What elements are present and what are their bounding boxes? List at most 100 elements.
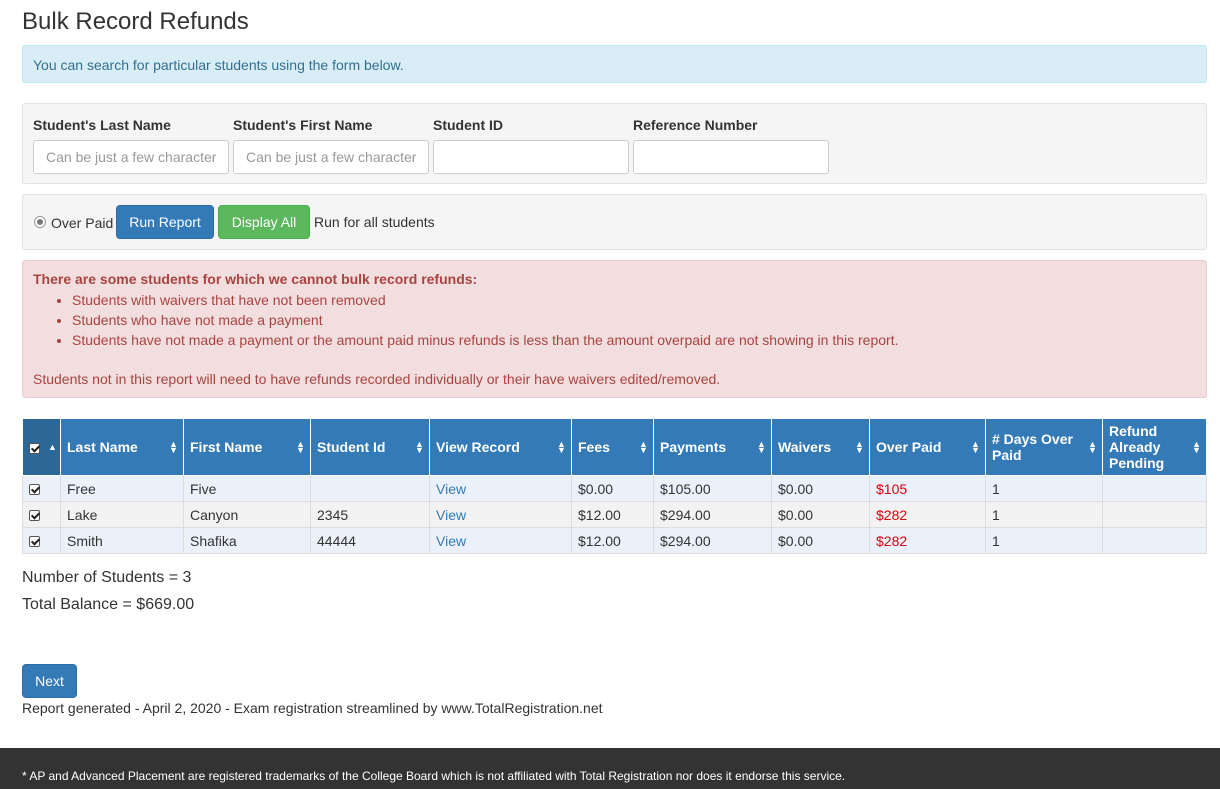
cell-waivers: $0.00: [771, 475, 870, 502]
header-label: Fees: [578, 439, 610, 455]
refunds-table: ▲ Last Name ▲ ▼ First Name ▲ ▼ Student Id …: [22, 418, 1207, 554]
header-label: Payments: [660, 439, 727, 455]
header-label: Refund Already Pending: [1109, 423, 1165, 471]
cell-last-name: Lake: [60, 501, 184, 528]
header-label: Waivers: [778, 439, 832, 455]
cell-last-name: Free: [60, 475, 184, 502]
last-name-field-group: Student's Last Name: [33, 117, 229, 174]
row-select-cell[interactable]: [22, 475, 61, 502]
first-name-label: Student's First Name: [233, 117, 373, 133]
search-form: Student's Last Name Student's First Name…: [22, 103, 1207, 184]
run-report-button[interactable]: Run Report: [116, 205, 214, 239]
cell-payments: $294.00: [653, 527, 772, 554]
cell-first-name: Shafika: [183, 527, 311, 554]
next-button[interactable]: Next: [22, 664, 77, 698]
header-label: View Record: [436, 439, 520, 455]
header-days-over-paid[interactable]: # Days Over Paid ▲ ▼: [985, 418, 1103, 476]
cell-fees: $12.00: [571, 527, 654, 554]
header-view-record[interactable]: View Record ▲ ▼: [429, 418, 572, 476]
sort-icon[interactable]: ▲ ▼: [557, 440, 566, 455]
cell-days-over-paid: 1: [985, 501, 1103, 528]
sort-icon[interactable]: ▲ ▼: [639, 440, 648, 455]
warning-item: Students with waivers that have not been…: [72, 290, 1196, 310]
sort-asc-icon[interactable]: ▲: [48, 443, 57, 452]
header-payments[interactable]: Payments ▲ ▼: [653, 418, 772, 476]
header-refund-pending[interactable]: Refund Already Pending ▲ ▼: [1102, 418, 1207, 476]
header-label: Last Name: [67, 439, 138, 455]
cell-student-id: 44444: [310, 527, 430, 554]
over-paid-radio[interactable]: [34, 216, 46, 228]
reference-number-label: Reference Number: [633, 117, 758, 133]
table-row: Smith Shafika 44444 View $12.00 $294.00 …: [22, 527, 1207, 554]
sort-icon[interactable]: ▲ ▼: [971, 440, 980, 455]
page-title: Bulk Record Refunds: [22, 8, 249, 35]
cell-first-name: Canyon: [183, 501, 311, 528]
info-alert: You can search for particular students u…: [22, 45, 1207, 83]
warning-list: Students with waivers that have not been…: [33, 290, 1196, 350]
student-id-input[interactable]: [433, 140, 629, 174]
cell-student-id: 2345: [310, 501, 430, 528]
cell-payments: $105.00: [653, 475, 772, 502]
sort-icon[interactable]: ▲ ▼: [855, 440, 864, 455]
cell-over-paid: $282: [869, 501, 986, 528]
cell-refund-pending: [1102, 527, 1207, 554]
cell-days-over-paid: 1: [985, 475, 1103, 502]
header-last-name[interactable]: Last Name ▲ ▼: [60, 418, 184, 476]
table-row: Lake Canyon 2345 View $12.00 $294.00 $0.…: [22, 501, 1207, 528]
header-label: Over Paid: [876, 439, 942, 455]
cell-student-id: [310, 475, 430, 502]
cell-days-over-paid: 1: [985, 527, 1103, 554]
row-select-cell[interactable]: [22, 501, 61, 528]
header-label: # Days Over Paid: [992, 431, 1073, 463]
warning-alert: There are some students for which we can…: [22, 260, 1207, 398]
table-header-row: ▲ Last Name ▲ ▼ First Name ▲ ▼ Student Id …: [22, 418, 1207, 476]
student-count: Number of Students = 3: [22, 569, 192, 586]
header-fees[interactable]: Fees ▲ ▼: [571, 418, 654, 476]
cell-first-name: Five: [183, 475, 311, 502]
header-label: First Name: [190, 439, 263, 455]
total-balance: Total Balance = $669.00: [22, 596, 195, 613]
warning-item: Students who have not made a payment: [72, 310, 1196, 330]
cell-refund-pending: [1102, 501, 1207, 528]
reference-number-input[interactable]: [633, 140, 829, 174]
warning-footer: Students not in this report will need to…: [33, 371, 721, 387]
row-checkbox[interactable]: [29, 510, 40, 522]
sort-icon[interactable]: ▲ ▼: [296, 440, 305, 455]
row-checkbox[interactable]: [29, 536, 40, 548]
display-all-button[interactable]: Display All: [218, 205, 310, 239]
select-all-header[interactable]: ▲: [22, 418, 61, 476]
header-over-paid[interactable]: Over Paid ▲ ▼: [869, 418, 986, 476]
row-select-cell[interactable]: [22, 527, 61, 554]
cell-fees: $12.00: [571, 501, 654, 528]
run-all-text: Run for all students: [314, 214, 435, 230]
view-record-link[interactable]: View: [429, 475, 572, 502]
trademark-notice: * AP and Advanced Placement are register…: [22, 769, 846, 783]
select-all-checkbox[interactable]: [29, 442, 40, 454]
view-record-link[interactable]: View: [429, 527, 572, 554]
last-name-input[interactable]: [33, 140, 229, 174]
sort-icon[interactable]: ▲ ▼: [1088, 440, 1097, 455]
info-alert-text: You can search for particular students u…: [33, 57, 404, 73]
header-waivers[interactable]: Waivers ▲ ▼: [771, 418, 870, 476]
sort-icon[interactable]: ▲ ▼: [757, 440, 766, 455]
run-report-panel: Over Paid Run Report Display All Run for…: [22, 194, 1207, 250]
report-generated-text: Report generated - April 2, 2020 - Exam …: [22, 700, 603, 716]
site-footer: * AP and Advanced Placement are register…: [0, 748, 1220, 789]
cell-refund-pending: [1102, 475, 1207, 502]
last-name-label: Student's Last Name: [33, 117, 171, 133]
sort-icon[interactable]: ▲ ▼: [1192, 440, 1201, 455]
cell-fees: $0.00: [571, 475, 654, 502]
first-name-input[interactable]: [233, 140, 429, 174]
header-label: Student Id: [317, 439, 386, 455]
sort-icon[interactable]: ▲ ▼: [415, 440, 424, 455]
header-first-name[interactable]: First Name ▲ ▼: [183, 418, 311, 476]
cell-over-paid: $105: [869, 475, 986, 502]
row-checkbox[interactable]: [29, 484, 40, 496]
sort-icon[interactable]: ▲ ▼: [169, 440, 178, 455]
view-record-link[interactable]: View: [429, 501, 572, 528]
student-id-label: Student ID: [433, 117, 503, 133]
header-student-id[interactable]: Student Id ▲ ▼: [310, 418, 430, 476]
warning-heading: There are some students for which we can…: [33, 271, 478, 287]
cell-over-paid: $282: [869, 527, 986, 554]
cell-payments: $294.00: [653, 501, 772, 528]
